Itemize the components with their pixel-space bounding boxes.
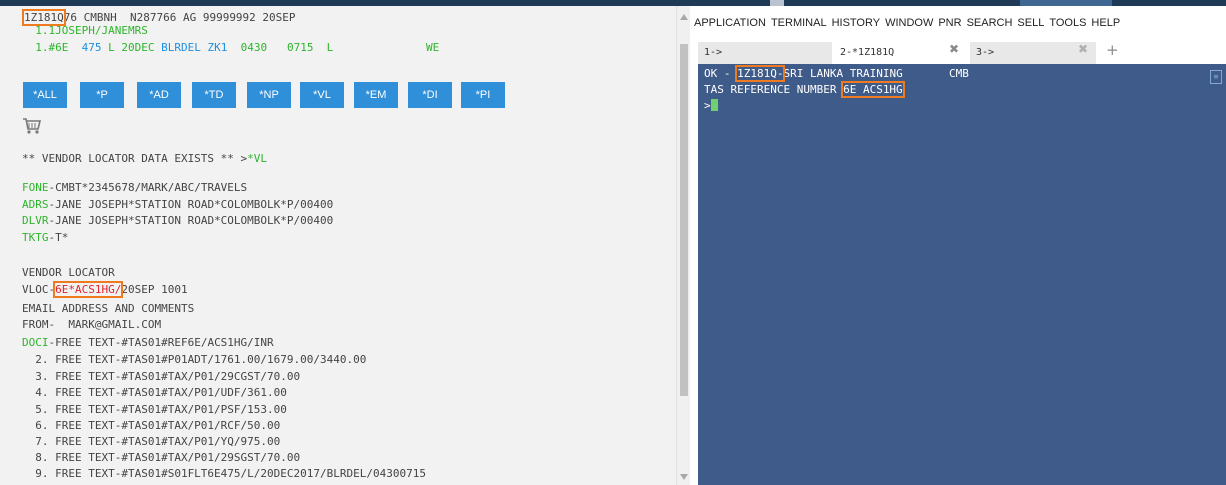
terminal-line-2: TAS REFERENCE NUMBER 6E ACS1HG xyxy=(704,81,905,98)
dlvr-value: -JANE JOSEPH*STATION ROAD*COLOMBOLK*P/00… xyxy=(48,214,334,227)
free-text-line: 5. FREE TEXT-#TAS01#TAX/P01/PSF/153.00 xyxy=(22,403,287,416)
segment-prefix: 1.#6E xyxy=(22,41,82,54)
vendor-exists-text: ** VENDOR LOCATOR DATA EXISTS ** > xyxy=(22,152,248,165)
doci-key[interactable]: DOCI xyxy=(22,336,49,349)
vendor-exists-line: ** VENDOR LOCATOR DATA EXISTS ** >*VL xyxy=(22,151,267,166)
fone-line: FONE-CMBT*2345678/MARK/ABC/TRAVELS xyxy=(22,180,247,195)
pnr-display-pane: 1Z181Q76 CMBNH N287766 AG 99999992 20SEP… xyxy=(0,6,676,485)
vendor-locator-heading: VENDOR LOCATOR xyxy=(22,266,115,279)
button-em[interactable]: *EM xyxy=(354,82,398,108)
shopping-cart-icon[interactable] xyxy=(22,117,42,135)
button-vl[interactable]: *VL xyxy=(300,82,344,108)
vloc-date: 20SEP 1001 xyxy=(121,283,188,296)
tktg-value: -T* xyxy=(48,231,69,244)
terminal-screen[interactable]: ≡ OK - 1Z181Q-SRI LANKA TRAINING CMB TAS… xyxy=(698,64,1226,485)
menu-help[interactable]: HELP xyxy=(1091,17,1120,29)
terminal-tabs: 1-> 2-*1Z181Q ✖ 3-> ✖ + xyxy=(698,41,1226,64)
segment-line: 1.#6E 475 L 20DEC BLRDEL ZK1 0430 0715 L… xyxy=(22,40,439,55)
free-text-line: 9. FREE TEXT-#TAS01#S01FLT6E475/L/20DEC2… xyxy=(22,467,426,480)
fone-value: -CMBT*2345678/MARK/ABC/TRAVELS xyxy=(48,181,248,194)
free-text-line: 7. FREE TEXT-#TAS01#TAX/P01/YQ/975.00 xyxy=(22,435,281,448)
doci-value: -FREE TEXT-#TAS01#REF6E/ACS1HG/INR xyxy=(48,336,274,349)
menu-bar: APPLICATION TERMINAL HISTORY WINDOW PNR SEARC… xyxy=(690,6,1226,40)
tab-3-label: 3-> xyxy=(976,47,995,58)
scroll-thumb[interactable] xyxy=(680,44,688,396)
tab-1[interactable]: 1-> xyxy=(698,42,832,64)
terminal-office: SRI LANKA TRAINING CMB xyxy=(783,67,969,80)
menu-sell[interactable]: SELL xyxy=(1017,17,1044,29)
doci-line: DOCI-FREE TEXT-#TAS01#REF6E/ACS1HG/INR xyxy=(22,335,274,350)
tab-2-label: 2-*1Z181Q xyxy=(840,47,895,58)
terminal-prompt-line[interactable]: > xyxy=(704,98,718,113)
segment-class: L 20DEC xyxy=(101,41,162,54)
adrs-value: -JANE JOSEPH*STATION ROAD*COLOMBOLK*P/00… xyxy=(48,198,334,211)
segment-city-link[interactable]: BLRDEL xyxy=(161,41,201,54)
scroll-up-icon[interactable] xyxy=(680,14,688,20)
dlvr-key[interactable]: DLVR xyxy=(22,214,49,227)
terminal-line-1: OK - 1Z181Q-SRI LANKA TRAINING CMB xyxy=(704,65,969,82)
button-all[interactable]: *ALL xyxy=(23,82,67,108)
button-pi[interactable]: *PI xyxy=(461,82,505,108)
menu-search[interactable]: SEARCH xyxy=(967,17,1013,29)
vloc-prefix: VLOC- xyxy=(22,283,56,296)
scroll-down-icon[interactable] xyxy=(680,474,688,480)
button-np[interactable]: *NP xyxy=(247,82,291,108)
terminal-prompt: > xyxy=(704,99,711,112)
free-text-line: 2. FREE TEXT-#TAS01#P01ADT/1761.00/1679.… xyxy=(22,353,367,366)
terminal-cursor xyxy=(710,99,718,111)
menu-tools[interactable]: TOOLS xyxy=(1049,17,1086,29)
free-text-line: 8. FREE TEXT-#TAS01#TAX/P01/29SGST/70.00 xyxy=(22,451,301,464)
vloc-line: VLOC-6E*ACS1HG/20SEP 1001 xyxy=(22,281,188,298)
terminal-menu-icon[interactable]: ≡ xyxy=(1210,70,1222,84)
terminal-tas-label: TAS REFERENCE NUMBER xyxy=(704,83,844,96)
add-tab-icon[interactable]: + xyxy=(1106,41,1119,59)
menu-application[interactable]: APPLICATION xyxy=(694,17,766,29)
segment-times: 0430 0715 L WE xyxy=(227,41,440,54)
vendor-vl-link[interactable]: *VL xyxy=(247,152,267,165)
email-from-line: FROM- MARK@GMAIL.COM xyxy=(22,318,162,331)
dlvr-line: DLVR-JANE JOSEPH*STATION ROAD*COLOMBOLK*… xyxy=(22,213,333,228)
terminal-ok: OK - xyxy=(704,67,738,80)
adrs-key[interactable]: ADRS xyxy=(22,198,49,211)
vloc-code: 6E*ACS1HG/ xyxy=(53,281,124,298)
terminal-pnr: 1Z181Q- xyxy=(735,65,786,82)
free-text-line: 6. FREE TEXT-#TAS01#TAX/P01/RCF/50.00 xyxy=(22,419,281,432)
menu-pnr[interactable]: PNR xyxy=(938,17,961,29)
email-heading: EMAIL ADDRESS AND COMMENTS xyxy=(22,302,195,315)
tab-3-close-icon[interactable]: ✖ xyxy=(1078,42,1088,56)
tktg-key[interactable]: TKTG xyxy=(22,231,49,244)
tab-2[interactable]: 2-*1Z181Q xyxy=(834,42,968,64)
tab-2-close-icon[interactable]: ✖ xyxy=(949,42,959,56)
segment-status: ZK1 xyxy=(200,41,228,54)
segment-flight-link[interactable]: 475 xyxy=(82,41,102,54)
button-td[interactable]: *TD xyxy=(192,82,236,108)
button-ad[interactable]: *AD xyxy=(137,82,181,108)
menu-history[interactable]: HISTORY xyxy=(832,17,881,29)
menu-window[interactable]: WINDOW xyxy=(885,17,933,29)
button-p[interactable]: *P xyxy=(80,82,124,108)
passenger-name-line: 1.1JOSEPH/JANEMRS xyxy=(22,24,148,37)
adrs-line: ADRS-JANE JOSEPH*STATION ROAD*COLOMBOLK*… xyxy=(22,197,333,212)
tktg-line: TKTG-T* xyxy=(22,230,68,245)
terminal-tas-ref: 6E ACS1HG xyxy=(841,81,905,98)
terminal-pane: APPLICATION TERMINAL HISTORY WINDOW PNR SEARC… xyxy=(690,6,1226,485)
menu-terminal[interactable]: TERMINAL xyxy=(771,17,827,29)
free-text-line: 3. FREE TEXT-#TAS01#TAX/P01/29CGST/70.00 xyxy=(22,370,301,383)
fone-key[interactable]: FONE xyxy=(22,181,49,194)
button-di[interactable]: *DI xyxy=(408,82,452,108)
tab-1-label: 1-> xyxy=(704,47,723,58)
free-text-line: 4. FREE TEXT-#TAS01#TAX/P01/UDF/361.00 xyxy=(22,386,287,399)
vertical-scrollbar[interactable] xyxy=(676,6,691,485)
